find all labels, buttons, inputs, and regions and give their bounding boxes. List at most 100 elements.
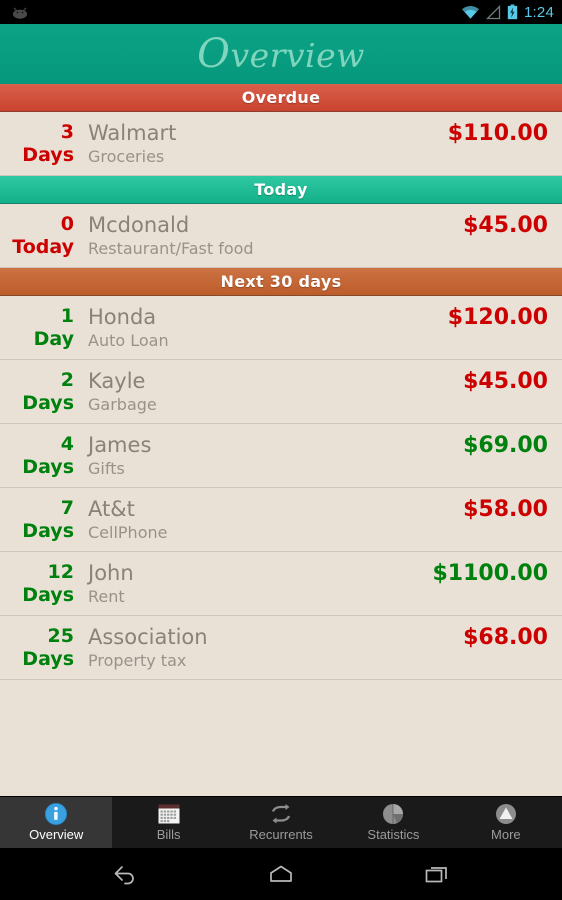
bill-category: Property tax (88, 650, 187, 670)
bill-row[interactable]: 7 Days At&t CellPhone $58.00 (0, 488, 562, 552)
recents-squares-icon (425, 867, 447, 883)
days-label: Today (12, 235, 74, 258)
bill-payee: Walmart (88, 120, 177, 145)
bill-row[interactable]: 1 Day Honda Auto Loan $120.00 (0, 296, 562, 360)
bill-category: Auto Loan (88, 330, 169, 350)
bill-row[interactable]: 3 Days Walmart Groceries $110.00 (0, 112, 562, 176)
bill-amount: $45.00 (463, 369, 548, 394)
section-header: Next 30 days (0, 268, 562, 296)
status-bar-right: 1:24 (461, 4, 554, 21)
repeat-icon (271, 804, 291, 824)
bill-category: CellPhone (88, 522, 168, 542)
bill-info: Kayle Garbage (78, 360, 463, 423)
days-number: 3 (60, 120, 74, 143)
recents-button[interactable] (414, 854, 460, 894)
pie-chart-icon-wrap (381, 803, 405, 825)
bill-row[interactable]: 12 Days John Rent $1100.00 (0, 552, 562, 616)
calendar-icon-wrap (157, 803, 181, 825)
pie-chart-icon (383, 804, 404, 824)
section-header: Today (0, 176, 562, 204)
bill-info: John Rent (78, 552, 432, 615)
tab-overview[interactable]: Overview (0, 797, 113, 848)
days-remaining: 12 Days (0, 552, 78, 615)
bill-info: At&t CellPhone (78, 488, 463, 551)
days-number: 25 (47, 624, 74, 647)
days-remaining: 25 Days (0, 616, 78, 679)
days-label: Days (22, 143, 74, 166)
bill-category: Garbage (88, 394, 157, 414)
bill-payee: Honda (88, 304, 157, 329)
app-title-logo: Overview (197, 34, 365, 74)
android-robot-icon (12, 7, 28, 19)
tab-more[interactable]: More (449, 797, 562, 848)
wifi-icon (462, 5, 479, 19)
calendar-icon (158, 804, 180, 824)
bill-list[interactable]: Overdue 3 Days Walmart Groceries $110.00 Today… (0, 84, 562, 806)
bill-amount: $69.00 (463, 433, 548, 458)
days-number: 0 (60, 212, 74, 235)
tab-bills[interactable]: Bills (112, 797, 225, 848)
bill-amount: $68.00 (463, 625, 548, 650)
days-label: Days (22, 455, 74, 478)
bill-amount: $120.00 (447, 305, 548, 330)
bill-amount: $110.00 (447, 121, 548, 146)
back-arrow-icon (114, 866, 134, 885)
tab-recurrents[interactable]: Recurrents (224, 797, 338, 848)
status-bar-left (10, 6, 461, 19)
app-window: 1:24 Overview Overdue 3 Days Walmart Groceri… (0, 0, 562, 900)
days-remaining: 2 Days (0, 360, 78, 423)
bill-amount: $1100.00 (432, 561, 548, 586)
days-number: 1 (60, 304, 74, 327)
signal-icon (486, 4, 501, 19)
days-number: 12 (47, 560, 74, 583)
bill-category: Restaurant/Fast food (88, 238, 254, 258)
bill-info: Walmart Groceries (78, 112, 448, 175)
info-circle-icon-wrap (44, 803, 68, 825)
tab-statistics[interactable]: Statistics (337, 797, 450, 848)
status-bar-clock: 1:24 (524, 3, 554, 21)
bill-payee: Association (88, 624, 208, 649)
days-number: 7 (60, 496, 74, 519)
days-label: Days (22, 519, 74, 542)
bill-category: Gifts (88, 458, 125, 478)
tab-label: More (491, 827, 521, 842)
tab-label: Bills (156, 827, 181, 842)
section-header: Overdue (0, 84, 562, 112)
bill-info: Mcdonald Restaurant/Fast food (78, 204, 463, 267)
bill-amount: $45.00 (463, 213, 548, 238)
days-label: Days (22, 391, 74, 414)
bill-row[interactable]: 25 Days Association Property tax $68.00 (0, 616, 562, 680)
back-button[interactable] (102, 854, 148, 894)
repeat-icon-wrap (268, 803, 294, 825)
bill-payee: Kayle (88, 368, 146, 393)
bill-info: Association Property tax (78, 616, 463, 679)
days-remaining: 0 Today (0, 204, 78, 267)
bill-row[interactable]: 2 Days Kayle Garbage $45.00 (0, 360, 562, 424)
bill-amount: $58.00 (463, 497, 548, 522)
bill-category: Groceries (88, 146, 165, 166)
android-status-bar: 1:24 (0, 0, 562, 24)
bill-row[interactable]: 0 Today Mcdonald Restaurant/Fast food $45.00 (0, 204, 562, 268)
battery-charging-icon (507, 4, 518, 20)
app-title-initial: O (197, 31, 231, 77)
android-navigation-bar (0, 848, 562, 900)
days-label: Day (33, 327, 74, 350)
tab-label: Recurrents (249, 827, 313, 842)
bill-payee: James (88, 432, 152, 457)
days-remaining: 1 Day (0, 296, 78, 359)
tab-label: Statistics (367, 827, 420, 842)
home-pentagon-icon (270, 865, 292, 882)
bottom-tab-bar[interactable]: Overview Bills Recurrents Statistics More (0, 796, 562, 848)
bill-row[interactable]: 4 Days James Gifts $69.00 (0, 424, 562, 488)
bill-payee: John (88, 560, 134, 585)
tab-label: Overview (29, 827, 84, 842)
bill-payee: At&t (88, 496, 135, 521)
home-button[interactable] (258, 854, 304, 894)
days-remaining: 4 Days (0, 424, 78, 487)
days-number: 2 (60, 368, 74, 391)
days-label: Days (22, 647, 74, 670)
bill-payee: Mcdonald (88, 212, 190, 237)
bill-info: Honda Auto Loan (78, 296, 448, 359)
days-label: Days (22, 583, 74, 606)
triangle-up-icon-wrap (494, 803, 518, 825)
